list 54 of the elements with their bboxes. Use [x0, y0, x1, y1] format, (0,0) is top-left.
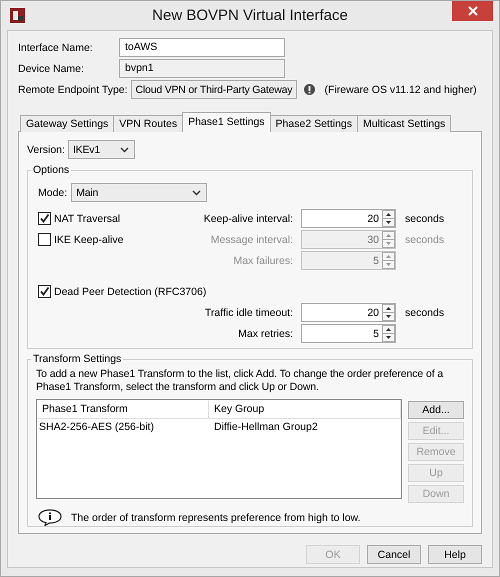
dropdown[interactable]: Cloud VPN or Third-Party Gateway [130, 80, 297, 99]
checkbox[interactable] [38, 212, 51, 225]
unit-label: seconds [404, 234, 446, 246]
tab[interactable]: Phase2 Settings [270, 115, 358, 132]
instruction-text: To add a new Phase1 Transform to the list, click Add. To change the order preference of a Phase1 Transform, select the transform and click Up or Down. [36, 368, 444, 394]
spin-arrows-icon[interactable] [382, 325, 395, 342]
checkbox[interactable] [38, 285, 51, 298]
checkbox-label: NAT Traversal [54, 212, 120, 224]
field-label: Max retries: [237, 328, 293, 340]
dialog-button[interactable]: Help [428, 545, 482, 564]
window-title: New BOVPN Virtual Interface [152, 7, 348, 24]
note-text: The order of transform represents preference from high to low. [71, 512, 360, 524]
dropdown[interactable]: Main [71, 183, 208, 202]
number-spinner[interactable]: 20 [301, 303, 396, 322]
column-header[interactable]: Phase1 Transform [37, 400, 209, 418]
spin-arrows-icon[interactable] [382, 304, 395, 321]
tab[interactable]: Multicast Settings [357, 115, 452, 132]
field-label: Interface Name: [18, 42, 94, 54]
number-spinner[interactable]: 20 [301, 209, 396, 228]
field-label: Mode: [38, 186, 68, 198]
group-title: Options [31, 164, 72, 176]
version-note: (Fireware OS v11.12 and higher) [324, 84, 477, 96]
text-field[interactable]: toAWS [119, 38, 285, 57]
field-label: Version: [27, 144, 65, 156]
field-label: Traffic idle timeout: [204, 306, 293, 318]
field-label: Remote Endpoint Type: [18, 84, 128, 96]
app-icon [10, 8, 25, 23]
spin-arrows-icon[interactable] [382, 210, 395, 227]
chevron-down-icon [120, 146, 129, 152]
tab[interactable]: VPN Routes [113, 115, 184, 132]
tab[interactable]: Gateway Settings [20, 115, 114, 132]
field-label: Max failures: [232, 254, 293, 266]
unit-label: seconds [404, 212, 446, 224]
close-icon [468, 6, 478, 16]
chevron-down-icon [192, 190, 202, 196]
field-label: Message interval: [210, 234, 293, 246]
table-action-button[interactable]: Add... [408, 401, 464, 419]
field-label: Keep-alive interval: [202, 212, 293, 224]
unit-label: seconds [404, 306, 446, 318]
field-label: Device Name: [18, 62, 85, 74]
tab[interactable]: Phase1 Settings [182, 112, 271, 132]
info-icon [304, 84, 315, 95]
checkbox-label: IKE Keep-alive [54, 234, 124, 246]
dropdown[interactable]: IKEv1 [68, 140, 135, 159]
table-cell-text: Diffie-Hellman Group2 [213, 421, 319, 433]
close-button[interactable] [452, 1, 493, 21]
table-cell-text: SHA2-256-AES (256-bit) [38, 421, 155, 433]
checkbox[interactable] [38, 233, 51, 246]
number-spinner[interactable]: 5 [301, 324, 396, 343]
dialog-button[interactable]: Cancel [367, 545, 421, 564]
group-title: Transform Settings [31, 353, 124, 365]
column-header[interactable]: Key Group [209, 400, 401, 418]
checkbox-label: Dead Peer Detection (RFC3706) [54, 286, 206, 298]
speech-info-icon [38, 509, 62, 526]
